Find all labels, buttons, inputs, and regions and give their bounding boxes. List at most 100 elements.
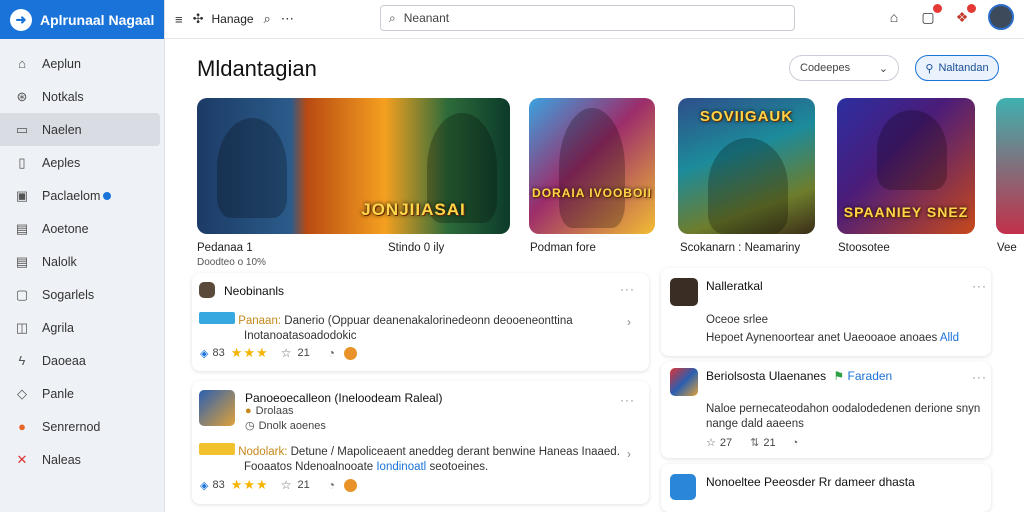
notifications-icon[interactable]: ▢ (918, 4, 942, 27)
search-input[interactable]: ⌕ Neanant (380, 5, 795, 31)
post-text-3: seotoeines. (429, 461, 489, 473)
post-title[interactable]: Neobinanls (224, 284, 284, 298)
post-link[interactable]: Iondinoatl (376, 461, 426, 473)
sidebar-item-6[interactable]: ▤ Nalolk (0, 245, 160, 278)
featured-card-image-1[interactable]: JONJIIASAI (197, 98, 510, 234)
rating-stars: ★★★ (230, 345, 269, 360)
app-brand[interactable]: ➜ Aplrunaal Nagaal (0, 0, 164, 39)
comment-icon[interactable]: ◔ (328, 346, 335, 360)
featured-name[interactable]: Pedanaa 1 (197, 242, 253, 254)
feed-link[interactable]: Alld (940, 332, 959, 344)
feed-item: Beriolsosta Ulaenanes ⚑ Faraden ··· Nalo… (661, 362, 991, 458)
character-art (559, 108, 625, 228)
sidebar-item-8[interactable]: ◫ Agrila (0, 311, 160, 344)
share-icon[interactable]: ⇅ (750, 436, 759, 449)
puzzle-icon[interactable]: ✣ (193, 11, 204, 27)
sidebar-item-7[interactable]: ▢ Sogarlels (0, 278, 160, 311)
sidebar-item-label: Naelen (42, 122, 82, 137)
feed-title[interactable]: Beriolsosta Ulaenanes (706, 369, 826, 383)
note-icon: ▤ (15, 253, 29, 269)
feed-title[interactable]: Nalleratkal (706, 279, 763, 293)
document-icon: ▯ (18, 154, 26, 170)
chevron-right-icon[interactable]: › (627, 315, 631, 329)
topbar-label[interactable]: Hanage (212, 12, 254, 26)
sidebar-item-10[interactable]: ◇ Panle (0, 377, 160, 410)
search-icon[interactable]: ⌕ (264, 11, 271, 27)
bolt-icon: ϟ (18, 353, 26, 368)
like-count: 21 (297, 479, 310, 491)
sidebar-item-5[interactable]: ▤ Aoetone (0, 212, 160, 245)
featured-name[interactable]: Podman fore (530, 242, 596, 254)
feed-text: Naloe pernecateodahon oodalodedenen deri… (706, 403, 981, 415)
rating-count: 83 (212, 347, 225, 359)
filter-select-value: Codeepes (800, 62, 851, 74)
chat-icon: ◫ (15, 319, 29, 335)
topbar-actions: ⌂ ▢ ❖ (870, 4, 1014, 30)
feed-title[interactable]: Nonoeltee Peeosder Rr dameer dhasta (706, 475, 915, 489)
more-options-icon[interactable]: ··· (972, 279, 987, 293)
sidebar-item-label: Senrernod (42, 419, 101, 434)
filter-select[interactable]: Codeepes ⌄ (789, 55, 899, 81)
search-placeholder: Neanant (403, 11, 450, 25)
featured-card-image-2[interactable]: DORAIA IVOOBOII (529, 98, 655, 234)
reward-icon: ◈ (200, 347, 209, 360)
chevron-down-icon: ⌄ (878, 62, 888, 75)
featured-name[interactable]: Vee (997, 242, 1017, 254)
more-options-icon[interactable]: ··· (620, 282, 635, 296)
post-text-2: Fooaatos Ndenoalnooate (244, 461, 374, 473)
sidebar-item-3[interactable]: ▯ Aeples (0, 146, 160, 179)
art-title: SOVIIGAUK (699, 108, 794, 125)
tag-icon: ⚑ (833, 369, 845, 383)
card-icon: ▭ (15, 121, 29, 137)
comment-icon[interactable]: ◔ (328, 478, 335, 492)
more-options-icon[interactable]: ··· (972, 370, 987, 384)
status-icon: ● (245, 405, 252, 417)
sidebar-item-label: Panle (42, 386, 74, 401)
sidebar-item-9[interactable]: ϟ Daoeaa (0, 344, 160, 377)
share-count: 21 (763, 436, 776, 449)
more-icon[interactable]: ⋯ (281, 11, 294, 27)
gift-badge (967, 4, 976, 13)
featured-name[interactable]: Stindo 0 ily (388, 242, 444, 254)
featured-card-image-3[interactable]: SOVIIGAUK (678, 98, 815, 234)
post-label: Nodolark: (238, 446, 288, 458)
sidebar-item-0[interactable]: ⌂ Aeplun (0, 47, 160, 80)
more-options-icon[interactable]: ··· (620, 393, 635, 407)
app-logo-icon: ➜ (10, 8, 32, 31)
sidebar-item-11[interactable]: ● Senrernod (0, 410, 160, 443)
like-icon[interactable]: ☆ (281, 346, 292, 360)
sidebar-item-4[interactable]: ▣ Paclaelom (0, 179, 160, 212)
action-button[interactable]: ⚲ Naltandan (915, 55, 999, 81)
sidebar-item-label: Aoetone (42, 221, 89, 236)
sidebar-item-label: Daoeaa (42, 353, 86, 368)
feed-tag[interactable]: Faraden (848, 369, 893, 383)
sidebar-item-12[interactable]: ✕ Naleas (0, 443, 160, 476)
featured-card-image-4[interactable]: SPAANIEY SNEZ (837, 98, 975, 234)
comment-icon[interactable]: ◔ (792, 437, 799, 449)
sidebar-item-2[interactable]: ▭ Naelen (0, 113, 160, 146)
like-icon[interactable]: ☆ (281, 478, 292, 492)
post-card: Panoeoecalleon (Ineloodeam Raleal) ··· ●… (192, 381, 649, 504)
featured-card-image-5[interactable] (996, 98, 1024, 234)
star-icon[interactable]: ☆ (706, 436, 716, 449)
feed-thumbnail (670, 278, 698, 306)
post-text: Danerio (Oppuar deanenakalorinedeonn deo… (284, 315, 573, 327)
home-alert-icon[interactable]: ⌂ (884, 7, 904, 27)
hamburger-icon[interactable]: ≡ (175, 12, 183, 27)
sidebar-item-label: Paclaelom (42, 188, 101, 203)
page-title: Mldantagian (197, 56, 317, 81)
shield-icon: ◇ (17, 385, 27, 401)
user-icon: ⚲ (925, 62, 934, 75)
featured-name[interactable]: Scokanarn : Neamariny (680, 242, 800, 254)
like-count: 27 (719, 436, 733, 449)
featured-name[interactable]: Stoosotee (838, 242, 890, 254)
sidebar-item-1[interactable]: ⊛ Notkals (0, 80, 160, 113)
rating-count: 83 (212, 479, 225, 491)
post-title[interactable]: Panoeoecalleon (Ineloodeam Raleal) (245, 391, 442, 405)
sidebar-nav: ⌂ Aeplun ⊛ Notkals ▭ Naelen ▯ Aeples ▣ Paclae… (0, 39, 164, 476)
compass-icon: ⊛ (16, 88, 28, 104)
gift-icon[interactable]: ❖ (952, 4, 976, 27)
avatar[interactable] (988, 4, 1014, 30)
chevron-right-icon[interactable]: › (627, 447, 631, 461)
feed-thumbnail (670, 474, 696, 500)
